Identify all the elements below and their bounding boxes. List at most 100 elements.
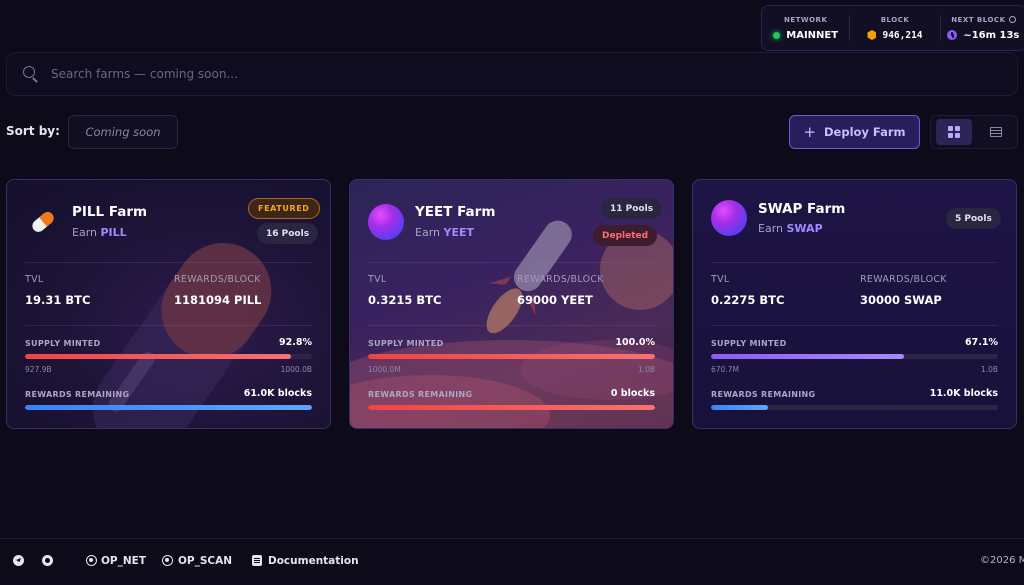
- farm-card-swap[interactable]: SWAP Farm Earn SWAP 5 Pools TVL 0.2275 B…: [692, 179, 1017, 429]
- next-block-label: NEXT BLOCK: [951, 15, 1006, 24]
- github-icon[interactable]: [42, 555, 53, 566]
- block-cube-icon: [867, 30, 877, 40]
- farm-card-yeet[interactable]: YEET Farm Earn YEET 11 Pools Depleted TV…: [349, 179, 674, 429]
- copyright: ©2026 M: [980, 555, 1024, 566]
- rewards-remaining-value: 61.0K blocks: [243, 388, 312, 399]
- featured-badge: FEATURED: [248, 198, 320, 219]
- clock-icon: [947, 30, 958, 40]
- sort-select[interactable]: Coming soon: [68, 115, 178, 149]
- network-status-bar: NETWORK MAINNET BLOCK 946,214 NEXT BLOCK…: [761, 5, 1024, 51]
- swap-token-icon: [711, 200, 747, 236]
- yeet-token-icon: [368, 204, 404, 240]
- farm-earn-token: Earn PILL: [72, 226, 127, 239]
- document-icon: [252, 555, 262, 566]
- next-block-value: ~16m 13s: [963, 29, 1020, 41]
- tvl-value: 19.31 BTC: [25, 293, 91, 307]
- earn-prefix: Earn: [72, 226, 97, 239]
- deploy-farm-label: Deploy Farm: [824, 125, 906, 139]
- rewards-per-block-value: 30000 SWAP: [860, 293, 942, 307]
- rewards-per-block-label: REWARDS/BLOCK: [174, 274, 261, 285]
- rewards-remaining-bar: [711, 405, 998, 410]
- pill-icon: [32, 212, 54, 232]
- farm-name: SWAP Farm: [758, 201, 846, 217]
- rewards-per-block-label: REWARDS/BLOCK: [517, 274, 604, 285]
- block-label: BLOCK: [880, 15, 910, 24]
- grid-icon: [948, 126, 960, 138]
- telegram-icon[interactable]: [13, 555, 24, 566]
- footer-link-op-net[interactable]: OP_NET: [101, 555, 146, 567]
- deploy-farm-button[interactable]: + Deploy Farm: [789, 115, 920, 149]
- farm-name: YEET Farm: [415, 204, 496, 220]
- op-scan-icon: [162, 555, 173, 566]
- tvl-label: TVL: [368, 274, 387, 285]
- network-label: NETWORK: [783, 15, 828, 24]
- list-view-button[interactable]: [978, 119, 1014, 145]
- plus-icon: +: [803, 122, 817, 141]
- tvl-value: 0.2275 BTC: [711, 293, 785, 307]
- earn-prefix: Earn: [758, 222, 783, 235]
- farm-card-pill[interactable]: PILL Farm Earn PILL FEATURED 16 Pools TV…: [6, 179, 331, 429]
- supply-progress-bar: [25, 354, 312, 359]
- network-status: NETWORK MAINNET: [762, 6, 849, 50]
- supply-progress-bar: [711, 354, 998, 359]
- farm-earn-token: Earn YEET: [415, 226, 474, 239]
- divider: [25, 262, 312, 263]
- search-bar[interactable]: [6, 52, 1018, 96]
- supply-min-value: 927.9B: [25, 365, 52, 374]
- earn-prefix: Earn: [415, 226, 440, 239]
- supply-progress-bar: [368, 354, 655, 359]
- footer-link-documentation[interactable]: Documentation: [268, 555, 359, 567]
- rewards-remaining-bar: [25, 405, 312, 410]
- network-value: MAINNET: [786, 29, 839, 41]
- footer-link-op-scan[interactable]: OP_SCAN: [178, 555, 232, 567]
- block-status: BLOCK 946,214: [850, 6, 939, 50]
- supply-progress-fill: [25, 354, 292, 359]
- next-block-status: NEXT BLOCK ~16m 13s: [941, 6, 1024, 50]
- pools-badge: 11 Pools: [601, 198, 663, 219]
- divider: [711, 262, 998, 263]
- supply-progress-fill: [711, 354, 904, 359]
- rewards-remaining-label: REWARDS REMAINING: [368, 390, 473, 399]
- supply-max-value: 1.0B: [980, 365, 998, 374]
- rewards-per-block-value: 69000 YEET: [517, 293, 593, 307]
- rewards-remaining-fill: [368, 405, 655, 410]
- rewards-remaining-fill: [711, 405, 769, 410]
- info-icon[interactable]: [1008, 16, 1016, 23]
- rewards-remaining-label: REWARDS REMAINING: [711, 390, 816, 399]
- network-online-dot-icon: [773, 31, 781, 39]
- view-toggle: [930, 115, 1018, 149]
- pools-badge: 5 Pools: [946, 208, 1001, 229]
- divider: [368, 262, 655, 263]
- footer: [0, 538, 1024, 585]
- divider: [368, 325, 655, 326]
- sort-label: Sort by:: [6, 124, 60, 138]
- op-net-icon: [86, 555, 97, 566]
- supply-minted-percent: 100.0%: [615, 337, 655, 348]
- divider: [711, 325, 998, 326]
- search-icon: [23, 66, 39, 82]
- rewards-remaining-bar: [368, 405, 655, 410]
- farm-name: PILL Farm: [72, 204, 148, 220]
- supply-max-value: 1000.0B: [280, 365, 312, 374]
- supply-progress-fill: [368, 354, 655, 359]
- rewards-remaining-value: 0 blocks: [610, 388, 655, 399]
- divider: [25, 325, 312, 326]
- supply-minted-label: SUPPLY MINTED: [25, 339, 101, 348]
- supply-min-value: 670.7M: [711, 365, 739, 374]
- rewards-remaining-value: 11.0K blocks: [929, 388, 998, 399]
- earn-token: SWAP: [786, 222, 823, 235]
- rewards-remaining-label: REWARDS REMAINING: [25, 390, 130, 399]
- rewards-remaining-fill: [25, 405, 312, 410]
- depleted-status-badge: Depleted: [593, 225, 658, 246]
- supply-minted-percent: 92.8%: [279, 337, 312, 348]
- block-value: 946,214: [882, 29, 923, 41]
- rewards-per-block-value: 1181094 PILL: [174, 293, 262, 307]
- tvl-value: 0.3215 BTC: [368, 293, 442, 307]
- search-input[interactable]: [51, 67, 951, 81]
- pools-badge: 16 Pools: [257, 223, 319, 244]
- earn-token: YEET: [443, 226, 475, 239]
- farm-earn-token: Earn SWAP: [758, 222, 823, 235]
- tvl-label: TVL: [711, 274, 730, 285]
- tvl-label: TVL: [25, 274, 44, 285]
- grid-view-button[interactable]: [936, 119, 972, 145]
